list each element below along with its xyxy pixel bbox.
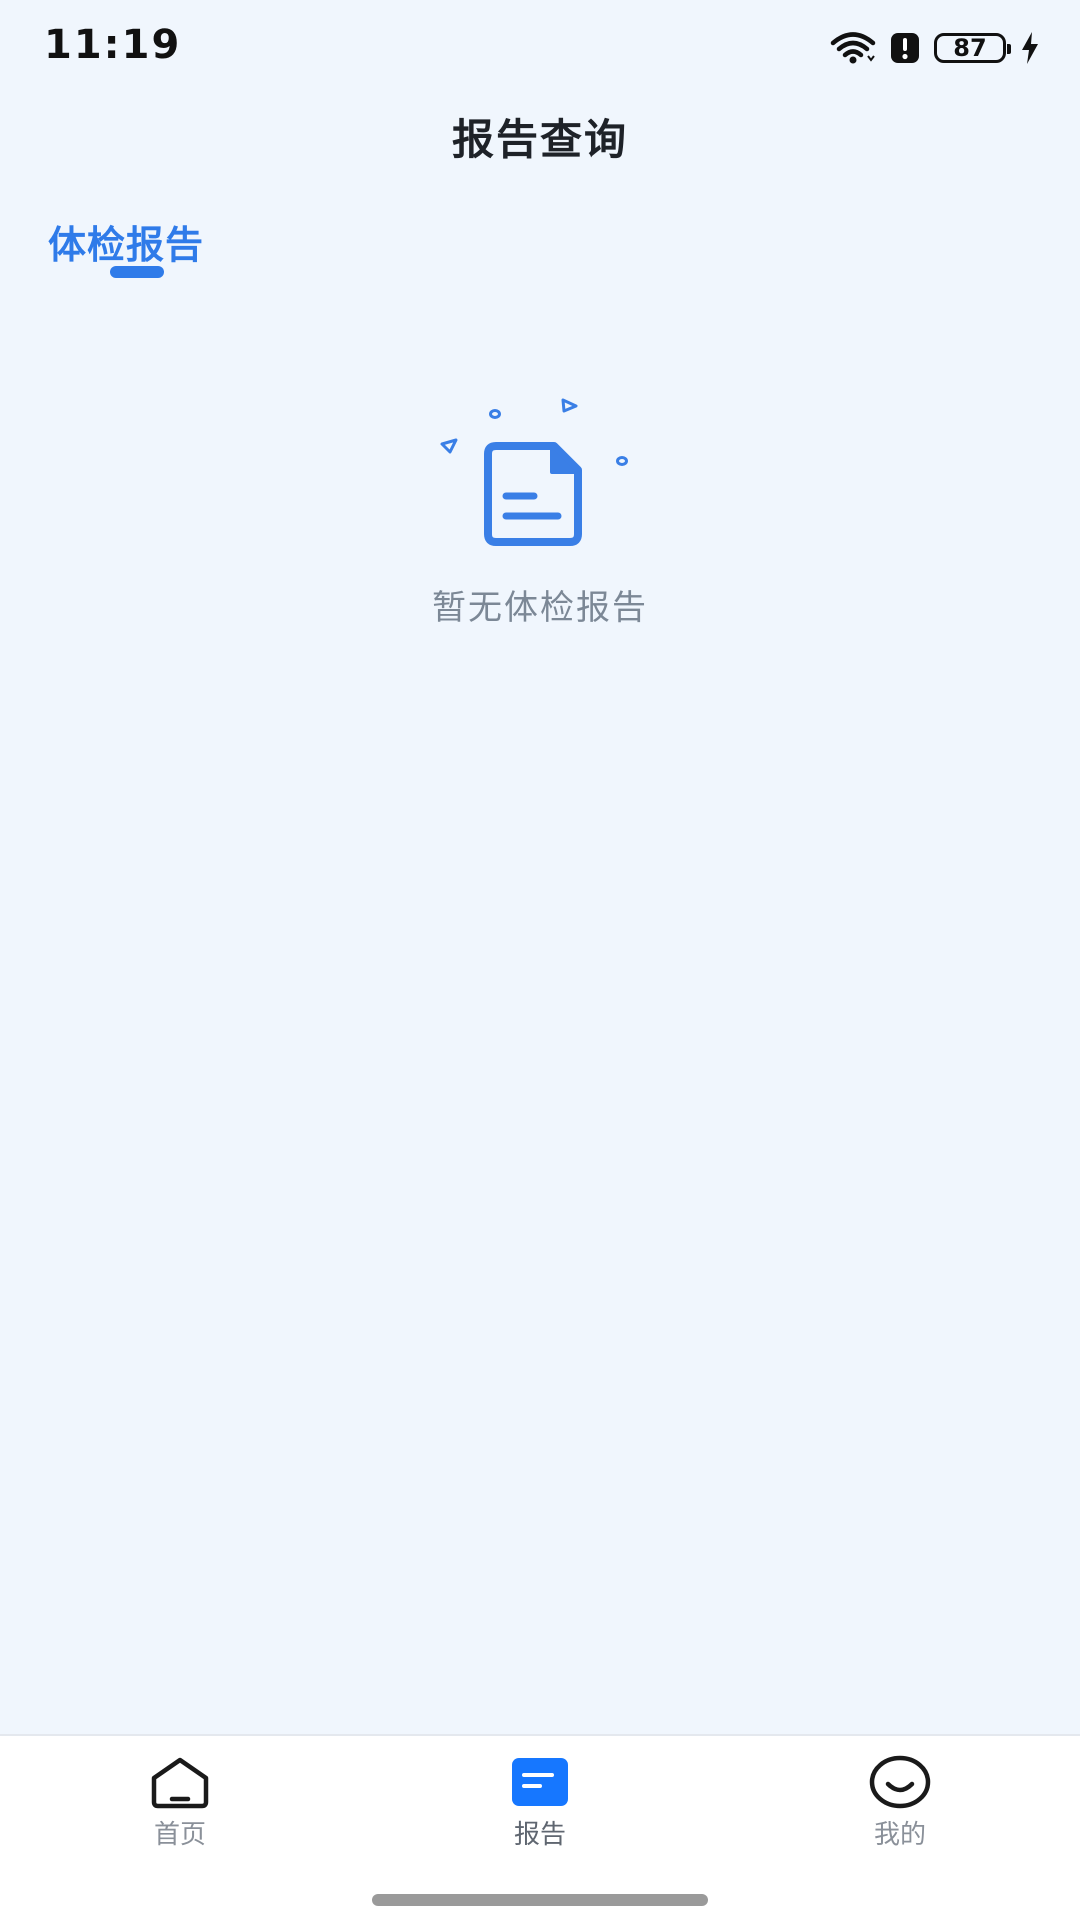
tab-physical-exam-report[interactable]: 体检报告 (48, 214, 205, 278)
home-icon (151, 1757, 209, 1809)
nav-label-profile: 我的 (873, 1820, 926, 1850)
nav-item-profile[interactable]: 我的 (820, 1754, 980, 1851)
battery-icon: 87 (934, 33, 1011, 63)
home-indicator[interactable] (372, 1894, 708, 1906)
charging-icon (1022, 32, 1038, 64)
nav-label-report: 报告 (513, 1820, 566, 1850)
sparkle-dot-right (616, 456, 628, 466)
bottom-navigation: 首页 报告 我的 (0, 1734, 1080, 1920)
sparkle-triangle-top (561, 398, 578, 413)
status-icons: 87 (830, 28, 1040, 68)
nav-item-report[interactable]: 报告 (460, 1754, 620, 1851)
wifi-icon (830, 32, 876, 64)
status-time: 11:19 (44, 22, 182, 68)
tab-active-indicator (110, 266, 164, 278)
profile-icon (869, 1755, 931, 1809)
empty-state-message: 暂无体检报告 (432, 588, 648, 628)
alert-icon (891, 33, 919, 63)
empty-state: 暂无体检报告 (0, 396, 1080, 629)
tab-label: 体检报告 (48, 223, 205, 267)
nav-label-home: 首页 (153, 1820, 206, 1850)
page-title: 报告查询 (451, 115, 628, 164)
sparkle-dot-top (489, 409, 501, 419)
nav-item-home[interactable]: 首页 (100, 1754, 260, 1851)
document-icon (440, 398, 628, 546)
sparkle-triangle-left (440, 438, 458, 454)
battery-level: 87 (953, 34, 987, 62)
report-icon (512, 1758, 568, 1806)
status-bar: 11:19 87 (0, 0, 1080, 96)
